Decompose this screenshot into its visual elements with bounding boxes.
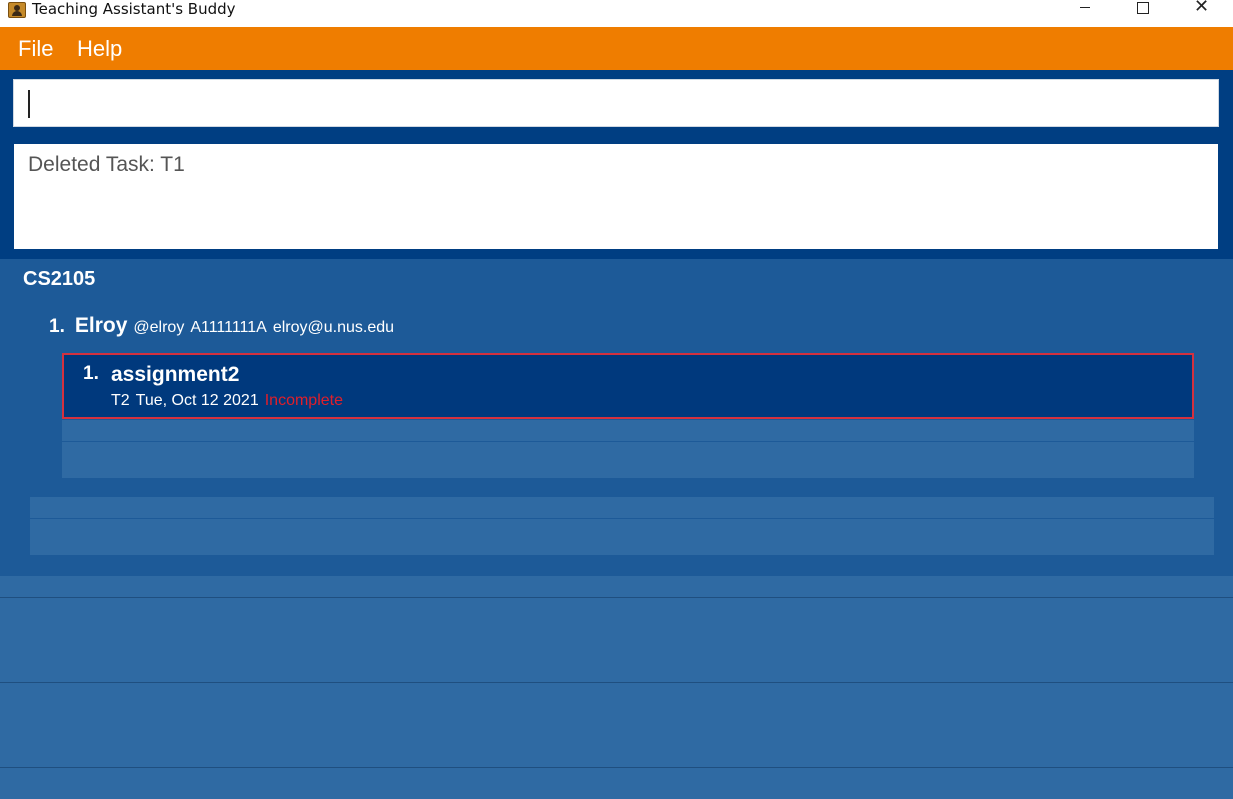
student-handle: @elroy (133, 319, 185, 336)
student-card[interactable]: 1. Elroy @elroy A1111111A elroy@u.nus.edu (49, 314, 400, 338)
menu-help[interactable]: Help (77, 36, 122, 62)
group-list[interactable]: CS2105 1. Elroy @elroy A1111111A elroy@u.nus… (0, 259, 1233, 576)
maximize-button[interactable] (1120, 0, 1166, 18)
result-display: Deleted Task: T1 (14, 144, 1218, 249)
task-date: Tue, Oct 12 2021 (135, 392, 259, 409)
group-list-empty-row (0, 683, 1233, 767)
student-id: A1111111A (190, 319, 267, 336)
menu-file[interactable]: File (18, 36, 53, 62)
group-name: CS2105 (23, 268, 96, 290)
task-id: T2 (111, 392, 130, 409)
student-name: Elroy (74, 314, 128, 337)
student-index: 1. (49, 316, 65, 337)
menu-bar: File Help (0, 27, 1233, 70)
group-list-empty-row (0, 577, 1233, 597)
student-list-empty-row (30, 497, 1214, 518)
task-index: 1. (83, 363, 99, 384)
task-details: T2 Tue, Oct 12 2021 Incomplete (111, 392, 349, 410)
task-status: Incomplete (264, 392, 343, 409)
command-input[interactable] (13, 79, 1219, 127)
task-name: assignment2 (111, 363, 240, 386)
group-list-empty-row (0, 768, 1233, 799)
title-bar: Teaching Assistant's Buddy ✕ (0, 0, 1233, 27)
task-list-empty-row (62, 442, 1194, 478)
minimize-icon (1080, 7, 1090, 8)
student-list-empty-row (30, 519, 1214, 555)
close-icon: ✕ (1194, 0, 1210, 17)
app-window: Teaching Assistant's Buddy ✕ File Help D… (0, 0, 1233, 799)
task-list-empty-row (62, 420, 1194, 441)
task-card-selected[interactable]: 1. assignment2 T2 Tue, Oct 12 2021 Incompl… (62, 353, 1194, 419)
close-button[interactable]: ✕ (1179, 0, 1225, 18)
command-area: Deleted Task: T1 (0, 70, 1233, 259)
maximize-icon (1137, 2, 1149, 14)
window-title: Teaching Assistant's Buddy (32, 0, 236, 18)
text-caret (28, 90, 30, 118)
app-icon (8, 2, 26, 18)
student-email: elroy@u.nus.edu (272, 319, 395, 336)
group-list-empty-row (0, 598, 1233, 682)
result-message: Deleted Task: T1 (28, 153, 185, 176)
minimize-button[interactable] (1062, 0, 1108, 18)
